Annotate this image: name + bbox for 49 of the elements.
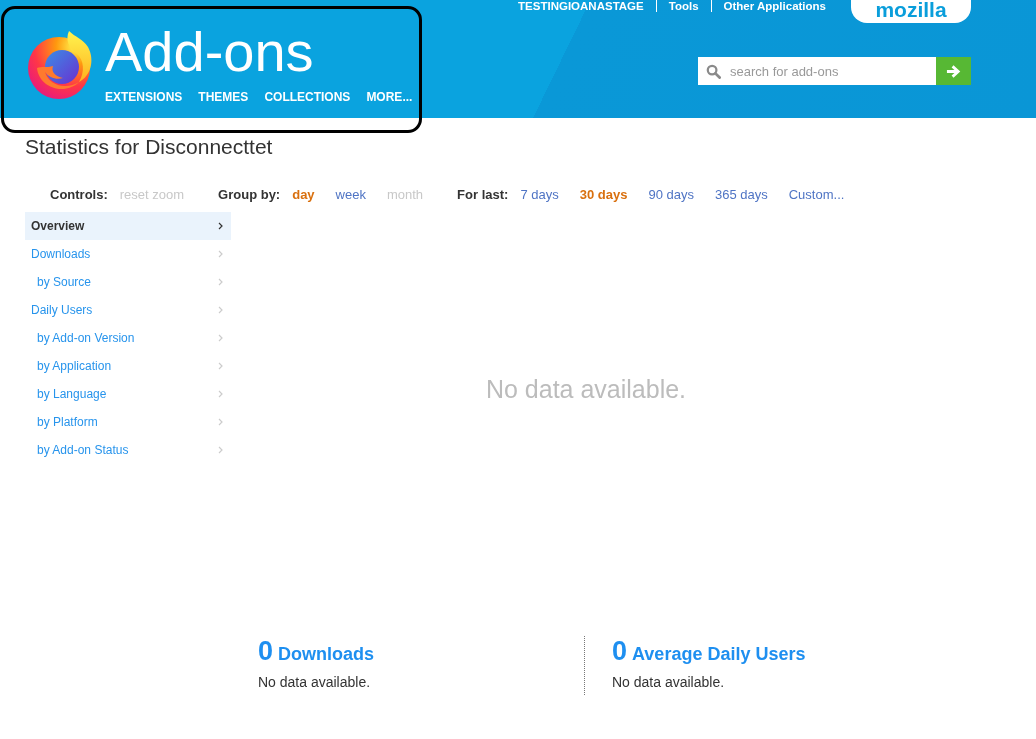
chevron-icon (218, 250, 223, 258)
top-nav-link[interactable]: TESTINGIOANASTAGE (518, 0, 656, 12)
nav-link[interactable]: EXTENSIONS (105, 90, 183, 104)
chevron-icon (218, 334, 223, 342)
sidebar-item[interactable]: by Language (25, 380, 231, 408)
search-field[interactable]: search for add-ons (698, 57, 936, 85)
nav-link[interactable]: COLLECTIONS (264, 90, 351, 104)
sidebar-item[interactable]: by Source (25, 268, 231, 296)
stat-note: No data available. (258, 673, 372, 692)
sidebar-item[interactable]: Overview (25, 212, 231, 240)
sidebar-item[interactable]: by Add-on Status (25, 436, 231, 464)
sidebar-item[interactable]: by Add-on Version (25, 324, 231, 352)
page-title: Statistics for Disconnecttet (25, 134, 274, 160)
stat-label[interactable]: Average Daily Users (632, 639, 806, 669)
sidebar-item[interactable]: by Application (25, 352, 231, 380)
sidebar-item[interactable]: Downloads (25, 240, 231, 268)
site-title[interactable]: Add-ons (105, 23, 413, 81)
stat-label[interactable]: Downloads (278, 639, 375, 669)
period-option[interactable]: Custom... (788, 187, 845, 203)
top-nav-link[interactable]: Other Applications (710, 0, 826, 12)
chevron-icon (218, 446, 223, 454)
period-option[interactable]: 7 days (520, 187, 559, 203)
chevron-icon (218, 278, 223, 286)
search-icon (706, 64, 721, 79)
stat-note: No data available. (612, 673, 726, 692)
sidebar-item[interactable]: by Platform (25, 408, 231, 436)
period-option[interactable]: 365 days (714, 187, 768, 203)
controls-label: Controls: (50, 187, 108, 203)
chevron-icon (218, 306, 223, 314)
brand-tab[interactable]: mozilla (851, 0, 971, 23)
nav-link[interactable]: MORE... (366, 90, 413, 104)
group-by-option[interactable]: week (335, 187, 366, 203)
period-option[interactable]: 90 days (648, 187, 694, 203)
group-by-option[interactable]: day (292, 187, 315, 203)
chevron-icon (218, 418, 223, 426)
nav-link[interactable]: THEMES (198, 90, 249, 104)
sidebar-item[interactable]: Daily Users (25, 296, 231, 324)
group-by-label: Group by: (218, 187, 281, 203)
arrow-icon (946, 63, 961, 79)
empty-chart-message: No data available. (485, 374, 687, 404)
period-option[interactable]: 30 days (579, 187, 628, 203)
top-nav-link[interactable]: Tools (655, 0, 711, 12)
chevron-icon (218, 390, 223, 398)
chevron-icon (218, 222, 223, 230)
search-button[interactable] (936, 57, 971, 85)
period-label: For last: (457, 187, 509, 203)
stat-count: 0 (612, 636, 628, 666)
chevron-icon (218, 362, 223, 370)
stat-count: 0 (258, 636, 274, 666)
